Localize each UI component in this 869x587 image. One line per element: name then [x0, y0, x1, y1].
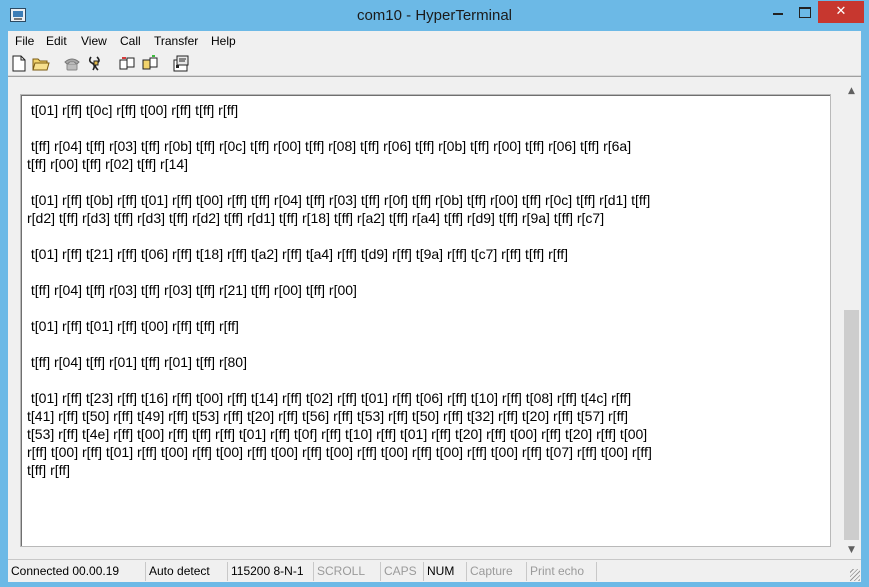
- toolbar: [8, 51, 861, 76]
- scroll-thumb[interactable]: [844, 310, 859, 540]
- minimize-button[interactable]: [764, 1, 792, 23]
- terminal-line: t[53] r[ff] t[4e] r[ff] t[00] r[ff] t[ff…: [27, 426, 648, 442]
- status-print-echo: Print echo: [526, 562, 596, 581]
- new-file-icon[interactable]: [10, 55, 28, 72]
- terminal-line: t[01] r[ff] t[0b] r[ff] t[01] r[ff] t[00…: [27, 192, 651, 208]
- terminal-output[interactable]: t[01] r[ff] t[0c] r[ff] t[00] r[ff] t[ff…: [27, 101, 827, 541]
- resize-grip-icon[interactable]: [850, 569, 860, 581]
- status-num: NUM: [423, 562, 466, 581]
- maximize-button[interactable]: [791, 1, 817, 23]
- terminal-line: t[ff] r[ff]: [27, 462, 71, 478]
- close-button[interactable]: ✕: [818, 1, 864, 23]
- open-folder-icon[interactable]: [32, 55, 50, 72]
- window-title: com10 - HyperTerminal: [356, 7, 513, 24]
- title-bar[interactable]: com10 - HyperTerminal ✕: [0, 0, 869, 31]
- status-port-settings: 115200 8-N-1: [227, 562, 313, 581]
- status-connected: Connected 00.00.19: [11, 564, 120, 578]
- terminal-frame: t[01] r[ff] t[0c] r[ff] t[00] r[ff] t[ff…: [20, 94, 831, 547]
- status-caps: CAPS: [380, 562, 423, 581]
- terminal-line: t[ff] r[04] t[ff] r[03] t[ff] r[03] t[ff…: [27, 282, 357, 298]
- status-empty-cell: [596, 562, 850, 581]
- send-file-icon[interactable]: [118, 55, 136, 72]
- terminal-line: r[ff] t[00] r[ff] t[01] r[ff] t[00] r[ff…: [27, 444, 652, 460]
- properties-icon[interactable]: [172, 55, 190, 72]
- disconnect-icon[interactable]: [87, 55, 105, 72]
- menu-file[interactable]: File: [15, 34, 34, 48]
- menu-transfer[interactable]: Transfer: [154, 34, 198, 48]
- terminal-line: t[41] r[ff] t[50] r[ff] t[49] r[ff] t[53…: [27, 408, 628, 424]
- menu-bar: File Edit View Call Transfer Help: [8, 31, 861, 51]
- status-scroll: SCROLL: [313, 562, 380, 581]
- terminal-line: t[01] r[ff] t[23] r[ff] t[16] r[ff] t[00…: [27, 390, 632, 406]
- terminal-line: t[ff] r[04] t[ff] r[03] t[ff] r[0b] t[ff…: [27, 138, 632, 154]
- receive-file-icon[interactable]: [141, 55, 159, 72]
- status-capture: Capture: [466, 562, 526, 581]
- menu-help[interactable]: Help: [211, 34, 236, 48]
- menu-call[interactable]: Call: [120, 34, 141, 48]
- scroll-down-icon[interactable]: ▼: [843, 542, 860, 559]
- terminal-area: t[01] r[ff] t[0c] r[ff] t[00] r[ff] t[ff…: [8, 76, 861, 559]
- vertical-scrollbar[interactable]: ▲ ▼: [843, 83, 860, 559]
- terminal-line: r[d2] t[ff] r[d3] t[ff] r[d3] t[ff] r[d2…: [27, 210, 605, 226]
- menu-view[interactable]: View: [81, 34, 107, 48]
- terminal-line: t[01] r[ff] t[0c] r[ff] t[00] r[ff] t[ff…: [27, 102, 239, 118]
- hyperterminal-window: com10 - HyperTerminal ✕ File Edit View C…: [0, 0, 869, 587]
- dial-phone-icon[interactable]: [63, 55, 81, 72]
- terminal-line: t[01] r[ff] t[21] r[ff] t[06] r[ff] t[18…: [27, 246, 569, 262]
- scroll-up-icon[interactable]: ▲: [843, 83, 860, 100]
- terminal-line: t[01] r[ff] t[01] r[ff] t[00] r[ff] t[ff…: [27, 318, 239, 334]
- status-bar: Connected 00.00.19 Auto detect 115200 8-…: [8, 559, 861, 582]
- status-detect: Auto detect: [145, 562, 227, 581]
- terminal-line: t[ff] r[00] t[ff] r[02] t[ff] r[14]: [27, 156, 189, 172]
- terminal-line: t[ff] r[04] t[ff] r[01] t[ff] r[01] t[ff…: [27, 354, 247, 370]
- menu-edit[interactable]: Edit: [46, 34, 67, 48]
